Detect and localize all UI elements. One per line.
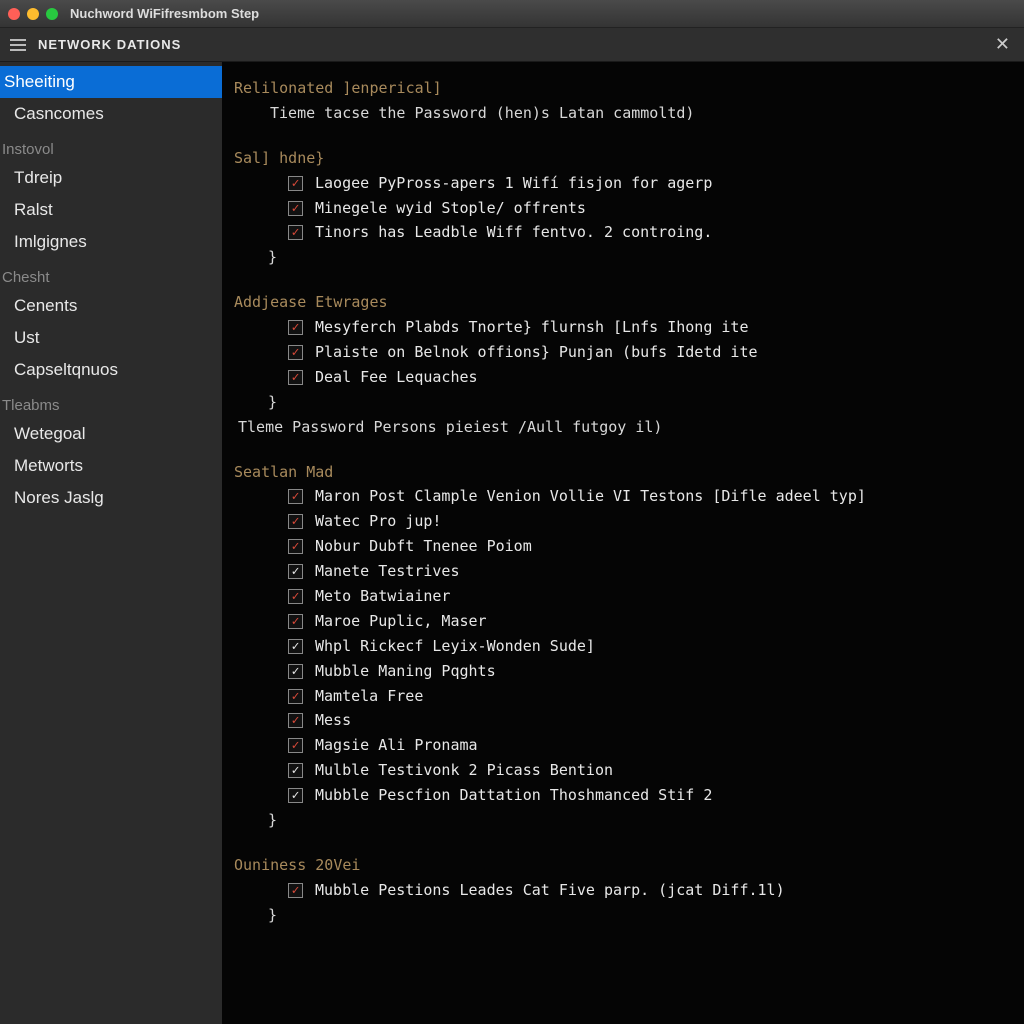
checkbox-row[interactable]: Whpl Rickecf Leyix-Wonden Sude] — [230, 634, 1024, 659]
checkbox-label: Watec Pro jup! — [315, 509, 441, 534]
checkbox-row[interactable]: Nobur Dubft Tnenee Poiom — [230, 534, 1024, 559]
checkbox-row[interactable]: Deal Fee Lequaches — [230, 365, 1024, 390]
sidebar-item[interactable]: Wetegoal — [0, 418, 222, 450]
checkbox-icon[interactable] — [288, 589, 303, 604]
checkbox-row[interactable]: Meto Batwiainer — [230, 584, 1024, 609]
checkbox-row[interactable]: Watec Pro jup! — [230, 509, 1024, 534]
closing-brace: } — [230, 390, 1024, 415]
checkbox-icon[interactable] — [288, 514, 303, 529]
checkbox-row[interactable]: Magsie Ali Pronama — [230, 733, 1024, 758]
traffic-lights — [8, 8, 58, 20]
checkbox-icon[interactable] — [288, 539, 303, 554]
checkbox-row[interactable]: Mubble Pescfion Dattation Thoshmanced St… — [230, 783, 1024, 808]
toolbar: NETWORK DATIONS ✕ — [0, 28, 1024, 62]
close-window-dot[interactable] — [8, 8, 20, 20]
checkbox-icon[interactable] — [288, 320, 303, 335]
title-bar: Nuchword WiFifresmbom Step — [0, 0, 1024, 28]
checkbox-label: Mulble Testivonk 2 Picass Bention — [315, 758, 613, 783]
checkbox-icon[interactable] — [288, 664, 303, 679]
sidebar-group-header: Instovol — [0, 130, 222, 162]
checkbox-label: Magsie Ali Pronama — [315, 733, 478, 758]
checkbox-row[interactable]: Maron Post Clample Venion Vollie VI Test… — [230, 484, 1024, 509]
section-description: Tieme tacse the Password (hen)s Latan ca… — [230, 101, 1024, 126]
content-pane: Relilonated ]enperical]Tieme tacse the P… — [222, 62, 1024, 1024]
checkbox-icon[interactable] — [288, 564, 303, 579]
checkbox-row[interactable]: Laogee PyPross-apers 1 Wifí fisjon for a… — [230, 171, 1024, 196]
checkbox-row[interactable]: Tinors has Leadble Wiff fentvo. 2 contro… — [230, 220, 1024, 245]
checkbox-icon[interactable] — [288, 788, 303, 803]
closing-brace: } — [230, 903, 1024, 928]
sidebar-group-header: Tleabms — [0, 386, 222, 418]
menu-icon[interactable] — [10, 39, 26, 51]
checkbox-label: Mubble Pescfion Dattation Thoshmanced St… — [315, 783, 712, 808]
sidebar-item[interactable]: Nores Jaslg — [0, 482, 222, 514]
checkbox-label: Laogee PyPross-apers 1 Wifí fisjon for a… — [315, 171, 712, 196]
sidebar-item[interactable]: Capseltqnuos — [0, 354, 222, 386]
checkbox-label: Mamtela Free — [315, 684, 423, 709]
sidebar-item[interactable]: Imlgignes — [0, 226, 222, 258]
checkbox-icon[interactable] — [288, 489, 303, 504]
checkbox-icon[interactable] — [288, 713, 303, 728]
checkbox-label: Mubble Maning Pqghts — [315, 659, 496, 684]
closing-brace: } — [230, 245, 1024, 270]
checkbox-row[interactable]: Mess — [230, 708, 1024, 733]
section-title: Sal] hdne} — [230, 146, 1024, 171]
sidebar-item[interactable]: Casncomes — [0, 98, 222, 130]
toolbar-title: NETWORK DATIONS — [38, 37, 181, 52]
closing-brace: } — [230, 808, 1024, 833]
checkbox-row[interactable]: Manete Testrives — [230, 559, 1024, 584]
checkbox-label: Maroe Puplic, Maser — [315, 609, 487, 634]
checkbox-icon[interactable] — [288, 614, 303, 629]
checkbox-label: Meto Batwiainer — [315, 584, 450, 609]
minimize-window-dot[interactable] — [27, 8, 39, 20]
checkbox-row[interactable]: Maroe Puplic, Maser — [230, 609, 1024, 634]
checkbox-row[interactable]: Mesyferch Plabds Tnorte} flurnsh [Lnfs I… — [230, 315, 1024, 340]
checkbox-icon[interactable] — [288, 738, 303, 753]
checkbox-icon[interactable] — [288, 639, 303, 654]
sidebar-item[interactable]: Cenents — [0, 290, 222, 322]
sidebar-group-header: Chesht — [0, 258, 222, 290]
section-title: Addjease Etwrages — [230, 290, 1024, 315]
checkbox-icon[interactable] — [288, 201, 303, 216]
checkbox-icon[interactable] — [288, 370, 303, 385]
checkbox-label: Whpl Rickecf Leyix-Wonden Sude] — [315, 634, 595, 659]
zoom-window-dot[interactable] — [46, 8, 58, 20]
section-title: Seatlan Mad — [230, 460, 1024, 485]
checkbox-label: Minegele wyid Stople/ offrents — [315, 196, 586, 221]
checkbox-row[interactable]: Minegele wyid Stople/ offrents — [230, 196, 1024, 221]
checkbox-label: Mesyferch Plabds Tnorte} flurnsh [Lnfs I… — [315, 315, 748, 340]
checkbox-row[interactable]: Plaiste on Belnok offions} Punjan (bufs … — [230, 340, 1024, 365]
sidebar-item[interactable]: Sheeiting — [0, 66, 222, 98]
checkbox-label: Maron Post Clample Venion Vollie VI Test… — [315, 484, 866, 509]
checkbox-icon[interactable] — [288, 689, 303, 704]
section-title: Ouniness 20Vei — [230, 853, 1024, 878]
checkbox-label: Manete Testrives — [315, 559, 460, 584]
checkbox-row[interactable]: Mubble Maning Pqghts — [230, 659, 1024, 684]
checkbox-label: Nobur Dubft Tnenee Poiom — [315, 534, 532, 559]
close-icon[interactable]: ✕ — [995, 34, 1010, 55]
checkbox-icon[interactable] — [288, 763, 303, 778]
checkbox-row[interactable]: Mubble Pestions Leades Cat Five parp. (j… — [230, 878, 1024, 903]
sidebar-item[interactable]: Tdreip — [0, 162, 222, 194]
section-title: Relilonated ]enperical] — [230, 76, 1024, 101]
checkbox-label: Mess — [315, 708, 351, 733]
sidebar: SheeitingCasncomesInstovolTdreipRalstIml… — [0, 62, 222, 1024]
window-title: Nuchword WiFifresmbom Step — [70, 6, 259, 21]
workspace: SheeitingCasncomesInstovolTdreipRalstIml… — [0, 62, 1024, 1024]
checkbox-icon[interactable] — [288, 225, 303, 240]
checkbox-row[interactable]: Mamtela Free — [230, 684, 1024, 709]
checkbox-label: Deal Fee Lequaches — [315, 365, 478, 390]
checkbox-icon[interactable] — [288, 176, 303, 191]
sidebar-item[interactable]: Ust — [0, 322, 222, 354]
checkbox-label: Tinors has Leadble Wiff fentvo. 2 contro… — [315, 220, 712, 245]
section-post-line: Tleme Password Persons pieiest /Aull fut… — [230, 415, 1024, 440]
checkbox-row[interactable]: Mulble Testivonk 2 Picass Bention — [230, 758, 1024, 783]
checkbox-icon[interactable] — [288, 883, 303, 898]
checkbox-label: Mubble Pestions Leades Cat Five parp. (j… — [315, 878, 785, 903]
checkbox-label: Plaiste on Belnok offions} Punjan (bufs … — [315, 340, 758, 365]
sidebar-item[interactable]: Metworts — [0, 450, 222, 482]
sidebar-item[interactable]: Ralst — [0, 194, 222, 226]
checkbox-icon[interactable] — [288, 345, 303, 360]
